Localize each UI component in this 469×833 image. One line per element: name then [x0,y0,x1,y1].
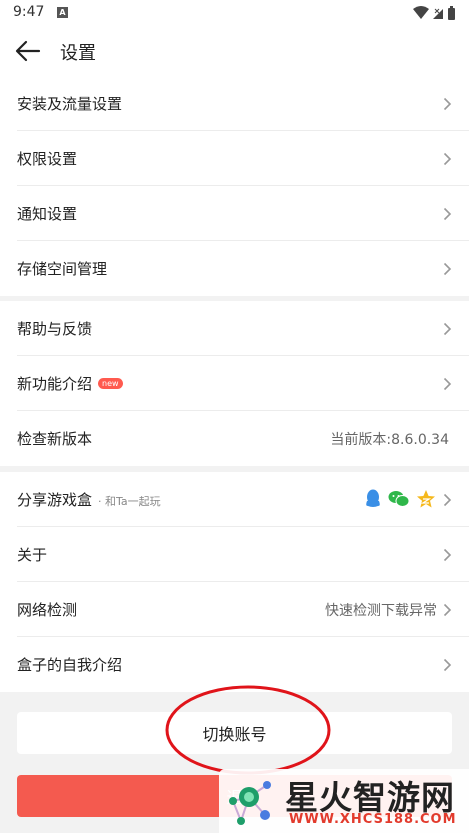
row-label: 检查新版本 [17,430,93,448]
switch-account-button[interactable]: 切换账号 [17,712,452,754]
row-notifications[interactable]: 通知设置 [17,186,469,241]
row-storage[interactable]: 存储空间管理 [17,241,469,296]
watermark: 星火智游网 WWW.XHCS188.COM [219,769,469,833]
row-label: 存储空间管理 [17,260,108,278]
page-title: 设置 [60,43,96,64]
settings-group-2: 帮助与反馈 新功能介绍 new 检查新版本 当前版本:8.6.0.34 [0,301,469,466]
chevron-right-icon [443,152,452,166]
row-label: 帮助与反馈 [17,320,93,338]
row-label: 通知设置 [17,205,78,223]
chevron-right-icon [443,97,452,111]
settings-group-3: 分享游戏盒 · 和Ta一起玩 关于 网络检测 快速检测下载异常 盒子的自我介绍 [0,472,469,692]
qq-icon[interactable] [364,489,382,509]
qzone-icon[interactable] [416,489,436,509]
chevron-right-icon [443,548,452,562]
chevron-right-icon [443,658,452,672]
settings-group-1: 安装及流量设置 权限设置 通知设置 存储空间管理 [0,76,469,296]
chevron-right-icon [443,377,452,391]
wechat-icon[interactable] [388,490,410,508]
battery-icon [448,6,455,20]
chevron-right-icon [443,207,452,221]
row-label: 新功能介绍 new [17,373,123,394]
header: 设置 [0,26,469,76]
version-value: 当前版本:8.6.0.34 [330,432,449,448]
back-arrow-icon[interactable] [14,38,42,64]
row-label: 网络检测 [17,601,78,619]
watermark-url: WWW.XHCS188.COM [289,812,457,827]
new-badge: new [98,378,123,389]
row-sublabel: · 和Ta一起玩 [98,495,161,508]
chevron-right-icon [443,262,452,276]
row-label: 分享游戏盒 · 和Ta一起玩 [17,489,161,510]
row-check-version[interactable]: 检查新版本 当前版本:8.6.0.34 [17,411,469,466]
row-new-features[interactable]: 新功能介绍 new [17,356,469,411]
network-check-value: 快速检测下载异常 [325,603,437,619]
row-share[interactable]: 分享游戏盒 · 和Ta一起玩 [17,472,469,527]
row-network-check[interactable]: 网络检测 快速检测下载异常 [17,582,469,637]
row-label-text: 新功能介绍 [17,375,93,393]
row-help-feedback[interactable]: 帮助与反馈 [17,301,469,356]
row-label: 安装及流量设置 [17,95,123,113]
row-box-intro[interactable]: 盒子的自我介绍 [17,637,469,692]
notification-icon: A [57,7,68,18]
signal-icon [433,8,443,19]
row-about[interactable]: 关于 [17,527,469,582]
status-icons [413,5,459,24]
chevron-right-icon [443,493,452,507]
row-label: 权限设置 [17,150,78,168]
row-label-text: 分享游戏盒 [17,491,93,509]
watermark-logo-icon [229,781,271,825]
status-time: 9:47 [13,4,45,20]
wifi-icon [413,6,429,19]
chevron-right-icon [443,603,452,617]
row-label: 盒子的自我介绍 [17,656,123,674]
share-icons [364,489,436,509]
status-bar: 9:47 A [0,0,469,26]
row-install-traffic[interactable]: 安装及流量设置 [17,76,469,131]
chevron-right-icon [443,322,452,336]
row-label: 关于 [17,546,48,564]
row-permissions[interactable]: 权限设置 [17,131,469,186]
